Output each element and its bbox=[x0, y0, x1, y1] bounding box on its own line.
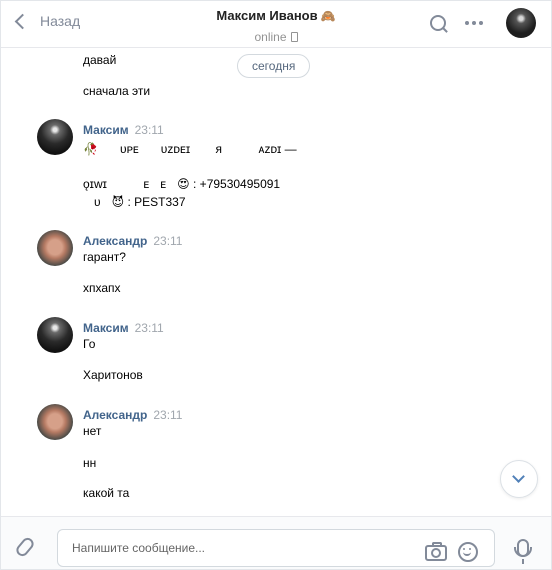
message-time: 23:11 bbox=[153, 408, 183, 422]
message-composer: Напишите сообщение... bbox=[1, 516, 551, 569]
phone-icon bbox=[290, 32, 298, 42]
message-text: 🥀ᅠᅠᴜᴘᴇᅠᅠᴜᴢᴅᴇɪ ᅠᅠᴙ ᅠᅠᅠᴀᴢᴅɪ — bbox=[83, 142, 297, 156]
author-name: Александр bbox=[83, 234, 148, 248]
message-text: нет bbox=[83, 424, 102, 438]
contact-emoji: 🙈 bbox=[320, 9, 336, 23]
avatar[interactable] bbox=[37, 230, 73, 266]
avatar[interactable] bbox=[37, 119, 73, 155]
status-text: online bbox=[254, 30, 287, 44]
message-text: хпхапх bbox=[83, 281, 121, 295]
message-text: какой та bbox=[83, 486, 130, 500]
back-button[interactable]: Назад bbox=[13, 13, 80, 29]
microphone-stem bbox=[522, 559, 524, 564]
chat-title[interactable]: Максим Иванов 🙈 online bbox=[151, 7, 401, 44]
message-author[interactable]: Максим 23:11 bbox=[83, 321, 164, 335]
message-text: Харитонов bbox=[83, 368, 143, 382]
search-icon[interactable] bbox=[430, 15, 446, 31]
chat-header: Назад Максим Иванов 🙈 online bbox=[1, 1, 551, 48]
smile-icon[interactable] bbox=[458, 542, 478, 562]
more-icon[interactable] bbox=[465, 21, 483, 25]
message-text: давай bbox=[83, 53, 117, 67]
contact-name: Максим Иванов bbox=[216, 8, 318, 23]
online-status: online bbox=[151, 30, 401, 44]
message-text: нн bbox=[83, 456, 97, 470]
camera-icon[interactable] bbox=[425, 542, 447, 561]
message-text: ᅠᴜᅠ😈 : PEST337 bbox=[83, 195, 186, 209]
avatar[interactable] bbox=[37, 317, 73, 353]
microphone-icon[interactable] bbox=[514, 539, 532, 557]
message-text: ǫɪᴡɪ ᅠᅠᅠᴇᅠᴇᅠ😍 : +79530495091 bbox=[83, 177, 281, 191]
chevron-left-icon bbox=[14, 13, 31, 29]
contact-avatar[interactable] bbox=[506, 8, 536, 38]
message-text: сначала эти bbox=[83, 84, 151, 98]
message-text: гарант? bbox=[83, 250, 126, 264]
message-author[interactable]: Максим 23:11 bbox=[83, 123, 164, 137]
message-time: 23:11 bbox=[134, 321, 164, 335]
author-name: Максим bbox=[83, 123, 129, 137]
chat-window: Назад Максим Иванов 🙈 online давай сегодн… bbox=[0, 0, 552, 570]
message-text: Го bbox=[83, 337, 96, 351]
paperclip-icon[interactable] bbox=[13, 535, 37, 559]
avatar[interactable] bbox=[37, 404, 73, 440]
message-author[interactable]: Александр 23:11 bbox=[83, 234, 182, 248]
date-chip[interactable]: сегодня bbox=[237, 54, 311, 78]
message-time: 23:11 bbox=[153, 234, 183, 248]
author-name: Александр bbox=[83, 408, 148, 422]
scroll-down-button[interactable] bbox=[500, 460, 538, 498]
back-label: Назад bbox=[40, 13, 81, 29]
message-list[interactable]: давай сегодня сначала эти Максим 23:11 🥀ᅠ… bbox=[1, 48, 551, 516]
author-name: Максим bbox=[83, 321, 129, 335]
message-time: 23:11 bbox=[134, 123, 164, 137]
input-placeholder: Напишите сообщение... bbox=[72, 541, 206, 555]
message-author[interactable]: Александр 23:11 bbox=[83, 408, 182, 422]
